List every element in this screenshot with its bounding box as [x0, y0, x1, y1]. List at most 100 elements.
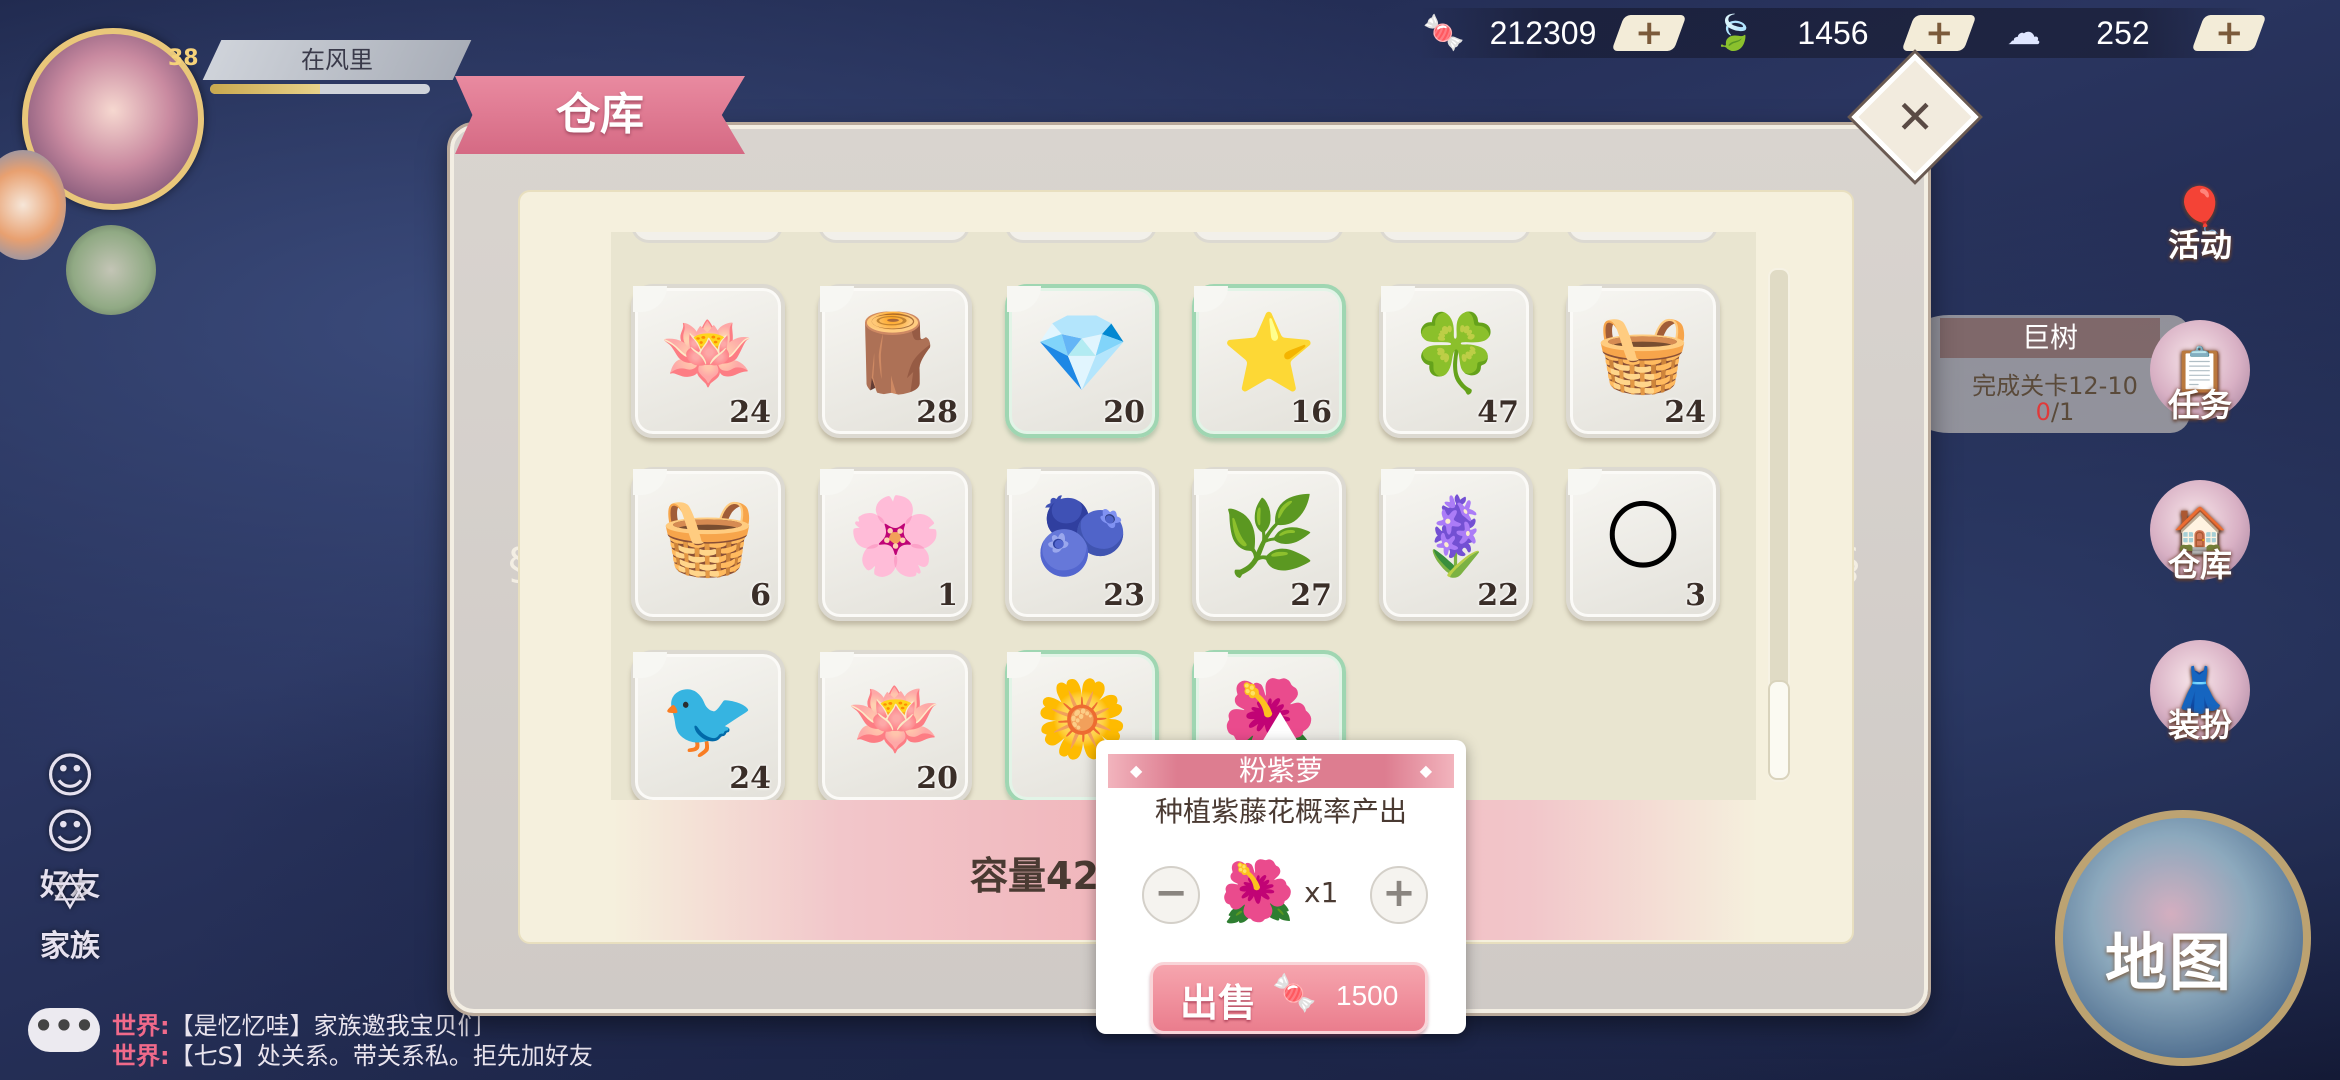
cloud-sheep-amount: 252 [2096, 14, 2150, 51]
close-icon: ✕ [1895, 89, 1935, 144]
bird-nest-icon: 🐦 [660, 674, 756, 763]
beetroot-icon: 🫐 [1034, 491, 1130, 580]
item-count: 20 [1103, 395, 1145, 430]
warehouse-label: 仓库 [2167, 546, 2232, 584]
item-slot-peek [1566, 232, 1718, 243]
item-slot-bird-nest[interactable]: 🐦 24 [631, 650, 785, 800]
candy-gem-amount: 212309 [1489, 14, 1597, 51]
item-count: 6 [750, 578, 771, 613]
lavender-sprig-icon: 🌿 [1221, 491, 1317, 580]
sell-label: 出售 [1180, 981, 1257, 1025]
petal-basket-icon: 🧺 [1595, 308, 1691, 397]
family-label: 家族 [40, 929, 100, 964]
decrease-quantity-button[interactable]: − [1142, 866, 1200, 924]
purple-wisteria-icon: 🪻 [1408, 491, 1504, 580]
wood-peg-icon: 🪵 [847, 308, 943, 397]
item-slot-peek [631, 232, 783, 243]
item-count: 23 [1103, 578, 1145, 613]
add-candy-gem-button[interactable]: + [1611, 13, 1687, 53]
moon-cake-icon: 🌕 [1603, 491, 1683, 580]
item-slot-lotus-leaf[interactable]: 🍀 47 [1379, 284, 1533, 438]
activity-button[interactable]: 🎈 活动 [2140, 160, 2260, 266]
item-count: 24 [729, 761, 771, 796]
item-count: 22 [1477, 578, 1519, 613]
item-slot-peek [1379, 232, 1531, 243]
item-count: 16 [1290, 395, 1332, 430]
increase-quantity-button[interactable]: + [1370, 866, 1428, 924]
crystal-star-icon: ⭐ [1221, 308, 1317, 397]
cherry-blossom-icon: 🌸 [847, 491, 943, 580]
companion-icon[interactable] [66, 225, 156, 315]
player-xp-fill [210, 84, 320, 94]
activity-label: 活动 [2167, 226, 2232, 264]
chat-message[interactable]: 世界:【七S】处关系。带关系私。拒先加好友 [112, 1036, 593, 1071]
crystal-lotus-icon: 🪷 [660, 308, 756, 397]
candy-gem-icon: 🍬 [1272, 973, 1317, 1014]
scroll-thumb[interactable] [1768, 680, 1790, 780]
item-count: 1 [937, 578, 958, 613]
item-slot-crystal-lotus[interactable]: 🪷 24 [631, 284, 785, 438]
popup-item-name: 粉紫萝 [1238, 754, 1323, 787]
pink-wisteria-icon: 🌺 [1220, 857, 1295, 927]
item-count: 27 [1290, 578, 1332, 613]
family-button[interactable]: ✡ 家族 [26, 865, 114, 965]
currency-bar: 🍬 212309 + 🍃 1456 + ☁ 252 + [1420, 8, 2267, 58]
item-count: 47 [1477, 395, 1519, 430]
leaf-icon: 🍃 [1712, 13, 1756, 53]
green-lotus-icon: 🪷 [847, 674, 943, 763]
add-cloud-sheep-button[interactable]: + [2191, 13, 2267, 53]
popup-title-bar: ◆ 粉紫萝 ◆ [1108, 754, 1454, 788]
item-slot-lavender-sprig[interactable]: 🌿 27 [1192, 467, 1346, 621]
item-count: 3 [1685, 578, 1706, 613]
item-grid[interactable]: 🪷 24 🪵 28 💎 20 ⭐ 16 🍀 47 🧺 24 🧺 6 🌸 1 🫐 23 🌿 27 🪻 22 🌕 3 🐦 24 🪷 20 🌼… [611, 232, 1756, 800]
quest-button[interactable]: 📋 任务 [2140, 320, 2260, 426]
player-name-bar: 在风里 [202, 40, 472, 80]
item-slot-gem-basket[interactable]: 🧺 6 [631, 467, 785, 621]
item-slot-peek [1005, 232, 1157, 243]
item-slot-jade-leaf[interactable]: 💎 20 [1005, 284, 1159, 438]
dressup-label: 装扮 [2167, 706, 2232, 744]
item-slot-moon-cake[interactable]: 🌕 3 [1566, 467, 1720, 621]
capacity-label: 容量42 [970, 854, 1099, 898]
add-leaf-button[interactable]: + [1901, 13, 1977, 53]
item-slot-crystal-star[interactable]: ⭐ 16 [1192, 284, 1346, 438]
family-icon: ✡ [49, 865, 91, 921]
item-count: 28 [916, 395, 958, 430]
chat-button[interactable]: ••• [28, 1008, 100, 1052]
item-count: 24 [729, 395, 771, 430]
gem-basket-icon: 🧺 [660, 491, 756, 580]
item-slot-beetroot[interactable]: 🫐 23 [1005, 467, 1159, 621]
item-slot-peek [818, 232, 970, 243]
quest-label: 任务 [2167, 386, 2232, 424]
leaf-amount: 1456 [1797, 14, 1869, 51]
quest-progress-total: /1 [2050, 398, 2075, 426]
popup-pointer [1262, 712, 1298, 742]
quest-title: 巨树 [1940, 318, 2160, 358]
cloud-sheep-icon: ☁ [2007, 13, 2041, 53]
lotus-leaf-icon: 🍀 [1408, 308, 1504, 397]
item-slot-green-lotus[interactable]: 🪷 20 [818, 650, 972, 800]
item-count: 20 [916, 761, 958, 796]
quest-progress: 0/1 [1935, 398, 2175, 426]
quest-progress-current: 0 [2035, 398, 2051, 426]
item-slot-cherry-blossom[interactable]: 🌸 1 [818, 467, 972, 621]
popup-quantity: x1 [1304, 876, 1339, 909]
candy-gem-icon: 🍬 [1422, 13, 1466, 53]
player-level: 38 [168, 46, 199, 71]
item-slot-wood-peg[interactable]: 🪵 28 [818, 284, 972, 438]
warehouse-button[interactable]: 🏠 仓库 [2140, 480, 2260, 586]
chat-text: 【七S】处关系。带关系私。拒先加好友 [169, 1042, 593, 1070]
chat-channel-tag: 世界: [112, 1042, 170, 1070]
dressup-button[interactable]: 👗 装扮 [2140, 640, 2260, 746]
item-slot-petal-basket[interactable]: 🧺 24 [1566, 284, 1720, 438]
diamond-ornament-icon: ◆ [1419, 761, 1432, 780]
jade-leaf-icon: 💎 [1034, 308, 1130, 397]
sell-price: 1500 [1336, 980, 1399, 1011]
popup-item-description: 种植紫藤花概率产出 [1154, 795, 1407, 828]
friends-icon: ☺☺ [44, 748, 96, 860]
quest-description: 完成关卡12-10 [1972, 372, 2138, 400]
item-slot-purple-wisteria[interactable]: 🪻 22 [1379, 467, 1533, 621]
warehouse-title: 仓库 [556, 89, 644, 140]
item-slot-peek [1192, 232, 1344, 243]
map-label: 地图 [2105, 926, 2234, 999]
